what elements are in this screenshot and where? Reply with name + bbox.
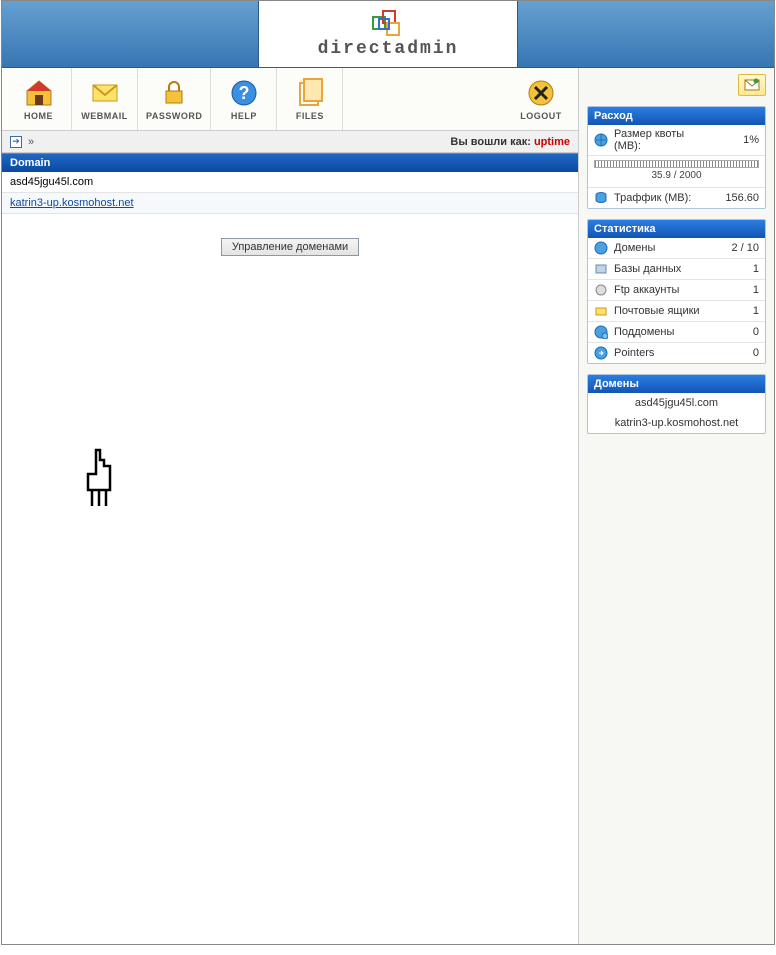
domain-list-item[interactable]: katrin3-up.kosmohost.net (588, 413, 765, 433)
domains-panel-title: Домены (588, 375, 765, 393)
help-label: HELP (231, 111, 257, 121)
home-icon (23, 77, 55, 109)
stat-row-subdomains[interactable]: Поддомены 0 (588, 322, 765, 343)
webmail-label: WEBMAIL (81, 111, 128, 121)
stats-panel-title: Статистика (588, 220, 765, 238)
webmail-button[interactable]: WEBMAIL (72, 68, 138, 130)
logout-icon (525, 77, 557, 109)
expand-icon[interactable]: ➔ (10, 136, 22, 148)
breadcrumb-dots: » (28, 136, 34, 148)
traffic-value: 156.60 (719, 192, 759, 204)
pointer-icon (594, 346, 608, 360)
logout-button[interactable]: LOGOUT (508, 68, 574, 130)
stats-panel: Статистика Домены 2 / 10 Базы данных 1 F… (587, 219, 766, 364)
logged-in-label: Вы вошли как: (450, 136, 531, 148)
password-button[interactable]: PASSWORD (138, 68, 211, 130)
brand-text: directadmin (318, 39, 459, 59)
traffic-label: Траффик (MB): (614, 192, 713, 204)
brand-tab: directadmin (258, 1, 518, 67)
main-toolbar: HOME WEBMAIL PASSWORD ? HELP FILES (2, 68, 578, 131)
stat-row-mailboxes[interactable]: Почтовые ящики 1 (588, 301, 765, 322)
subdomain-icon (594, 325, 608, 339)
domain-link[interactable]: katrin3-up.kosmohost.net (10, 197, 134, 209)
domains-panel: Домены asd45jgu45l.com katrin3-up.kosmoh… (587, 374, 766, 434)
quota-percent: 1% (719, 134, 759, 146)
usage-panel-title: Расход (588, 107, 765, 125)
stat-row-databases[interactable]: Базы данных 1 (588, 259, 765, 280)
messages-button[interactable] (738, 74, 766, 96)
usage-panel: Расход Размер квоты (MB): 1% 35.9 / 2000… (587, 106, 766, 209)
mailbox-icon (594, 304, 608, 318)
globe-icon (594, 133, 608, 147)
home-button[interactable]: HOME (6, 68, 72, 130)
svg-text:?: ? (238, 83, 249, 103)
home-label: HOME (24, 111, 53, 121)
logout-label: LOGOUT (520, 111, 562, 121)
ftp-icon (594, 283, 608, 297)
domains-icon (594, 241, 608, 255)
breadcrumb-bar: ➔ » Вы вошли как: uptime (2, 131, 578, 153)
quota-label: Размер квоты (MB): (614, 128, 713, 152)
files-icon (294, 77, 326, 109)
cursor-icon (78, 446, 128, 516)
domain-row[interactable]: katrin3-up.kosmohost.net (2, 193, 578, 214)
brand-logo-icon (371, 9, 405, 37)
quota-progress-bar (594, 160, 759, 168)
files-label: FILES (296, 111, 324, 121)
password-icon (158, 77, 190, 109)
domain-row[interactable]: asd45jgu45l.com (2, 172, 578, 193)
webmail-icon (89, 77, 121, 109)
domain-list-item[interactable]: asd45jgu45l.com (588, 393, 765, 413)
disk-icon (594, 191, 608, 205)
stat-row-pointers[interactable]: Pointers 0 (588, 343, 765, 363)
domain-text: asd45jgu45l.com (10, 176, 93, 188)
help-button[interactable]: ? HELP (211, 68, 277, 130)
quota-progress-text: 35.9 / 2000 (594, 168, 759, 185)
files-button[interactable]: FILES (277, 68, 343, 130)
message-icon (744, 78, 760, 92)
password-label: PASSWORD (146, 111, 202, 121)
manage-domains-button[interactable]: Управление доменами (221, 238, 359, 256)
domain-section-header: Domain (2, 153, 578, 172)
stat-row-domains[interactable]: Домены 2 / 10 (588, 238, 765, 259)
header: directadmin (2, 1, 774, 68)
help-icon: ? (228, 77, 260, 109)
stat-row-ftp[interactable]: Ftp аккаунты 1 (588, 280, 765, 301)
logged-in-user[interactable]: uptime (534, 136, 570, 148)
database-icon (594, 262, 608, 276)
